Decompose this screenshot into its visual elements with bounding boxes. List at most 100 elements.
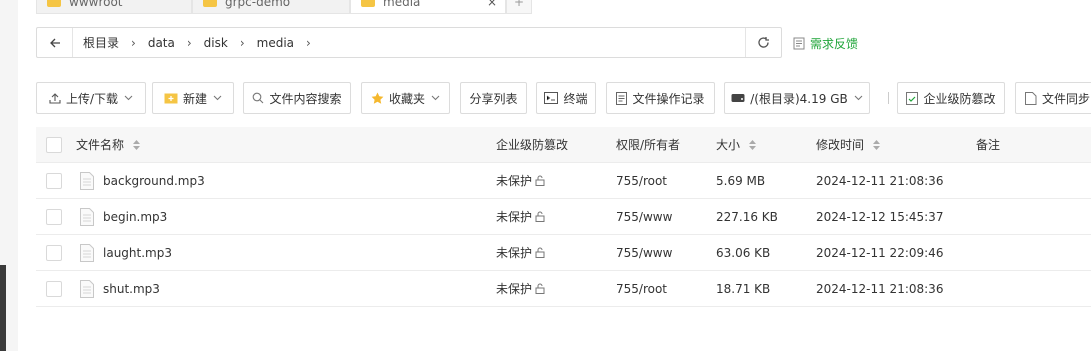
chevron-down-icon xyxy=(124,95,133,101)
permission-cell[interactable]: 755/www xyxy=(616,210,672,224)
breadcrumb-disk[interactable]: disk xyxy=(202,36,230,50)
search-icon xyxy=(253,92,264,104)
file-name[interactable]: laught.mp3 xyxy=(103,246,172,260)
favorites-label: 收藏夹 xyxy=(388,91,425,106)
operation-log-label: 文件操作记录 xyxy=(632,91,705,106)
header-size[interactable]: 大小 xyxy=(716,136,757,153)
file-sync-button[interactable]: 文件同步 xyxy=(1015,82,1091,114)
unlock-icon xyxy=(535,247,545,258)
left-edge xyxy=(0,0,18,351)
file-name-cell[interactable]: background.mp3 xyxy=(80,171,205,190)
favorites-button[interactable]: 收藏夹 xyxy=(361,82,450,114)
header-size-label: 大小 xyxy=(716,138,741,152)
tab-wwwroot[interactable]: wwwroot xyxy=(36,0,192,14)
chevron-right-icon[interactable]: › xyxy=(296,36,321,50)
content-search-button[interactable]: 文件内容搜索 xyxy=(243,82,351,114)
tab-grpc-demo[interactable]: grpc-demo xyxy=(192,0,350,14)
permission-cell[interactable]: 755/root xyxy=(616,174,667,188)
file-name[interactable]: background.mp3 xyxy=(103,174,205,188)
row-checkbox[interactable] xyxy=(46,244,62,261)
tamper-protection-label: 企业级防篡改 xyxy=(923,91,996,106)
header-name[interactable]: 文件名称 xyxy=(76,136,141,153)
header-protection: 企业级防篡改 xyxy=(496,138,569,152)
header-name-label: 文件名称 xyxy=(76,138,125,152)
star-icon xyxy=(371,92,384,104)
back-button[interactable] xyxy=(37,28,73,57)
file-table: 文件名称 企业级防篡改 权限/所有者 大小 修改时间 备注 background… xyxy=(36,127,1091,307)
folder-icon xyxy=(361,0,375,7)
table-row[interactable]: background.mp3 未保护 755/root 5.69 MB 2024… xyxy=(36,163,1091,199)
protection-cell[interactable]: 未保护 xyxy=(496,208,545,225)
new-label: 新建 xyxy=(182,91,207,106)
operation-log-button[interactable]: 文件操作记录 xyxy=(606,82,715,114)
mtime-cell: 2024-12-12 15:45:37 xyxy=(816,209,944,224)
terminal-button[interactable]: 终端 xyxy=(536,82,596,114)
left-edge-dark xyxy=(0,265,6,351)
table-row[interactable]: begin.mp3 未保护 755/www 227.16 KB 2024-12-… xyxy=(36,199,1091,235)
share-list-label: 分享列表 xyxy=(469,91,518,106)
file-icon xyxy=(80,243,94,262)
close-icon[interactable]: × xyxy=(487,0,497,9)
folder-icon xyxy=(47,0,61,7)
breadcrumb-media[interactable]: media xyxy=(255,36,296,50)
share-list-button[interactable]: 分享列表 xyxy=(460,82,527,114)
new-folder-icon xyxy=(164,93,178,104)
new-button[interactable]: 新建 xyxy=(152,82,234,114)
permission-cell[interactable]: 755/root xyxy=(616,282,667,296)
select-all-checkbox[interactable] xyxy=(46,136,62,153)
feedback-icon xyxy=(793,37,805,50)
row-checkbox[interactable] xyxy=(46,280,62,297)
mtime-cell: 2024-12-11 22:09:46 xyxy=(816,245,944,260)
content-search-label: 文件内容搜索 xyxy=(269,91,342,106)
table-row[interactable]: laught.mp3 未保护 755/www 63.06 KB 2024-12-… xyxy=(36,235,1091,271)
header-mtime-label: 修改时间 xyxy=(816,138,865,152)
log-icon xyxy=(616,91,628,105)
breadcrumb: 根目录 › data › disk › media › xyxy=(73,34,321,51)
tab-label: wwwroot xyxy=(69,0,123,9)
refresh-icon xyxy=(758,37,769,48)
breadcrumb-root[interactable]: 根目录 xyxy=(81,34,121,51)
toolbar-divider xyxy=(888,92,889,104)
file-name-cell[interactable]: shut.mp3 xyxy=(80,279,160,298)
file-name-cell[interactable]: laught.mp3 xyxy=(80,243,172,262)
tab-media[interactable]: media × xyxy=(350,0,506,14)
mtime-cell: 2024-12-11 21:08:36 xyxy=(816,281,944,296)
row-checkbox[interactable] xyxy=(46,208,62,225)
breadcrumb-data[interactable]: data xyxy=(146,36,177,50)
protection-cell[interactable]: 未保护 xyxy=(496,172,545,189)
permission-cell[interactable]: 755/www xyxy=(616,246,672,260)
path-bar: 根目录 › data › disk › media › xyxy=(36,27,782,58)
size-cell: 5.69 MB xyxy=(716,173,766,188)
size-cell: 63.06 KB xyxy=(716,245,771,260)
chevron-right-icon: › xyxy=(131,35,136,50)
table-header: 文件名称 企业级防篡改 权限/所有者 大小 修改时间 备注 xyxy=(36,127,1091,163)
chevron-right-icon: › xyxy=(239,35,245,50)
protection-cell[interactable]: 未保护 xyxy=(496,280,545,297)
protection-status: 未保护 xyxy=(496,282,533,296)
table-row[interactable]: shut.mp3 未保护 755/root 18.71 KB 2024-12-1… xyxy=(36,271,1091,307)
unlock-icon xyxy=(535,211,545,222)
chevron-down-icon xyxy=(213,95,222,101)
row-checkbox[interactable] xyxy=(46,172,62,189)
unlock-icon xyxy=(535,283,545,294)
file-sync-label: 文件同步 xyxy=(1042,91,1091,106)
header-mtime[interactable]: 修改时间 xyxy=(816,136,881,153)
file-name[interactable]: begin.mp3 xyxy=(103,210,167,224)
terminal-label: 终端 xyxy=(563,91,588,106)
tamper-protection-button[interactable]: 企业级防篡改 xyxy=(897,82,1005,114)
file-name[interactable]: shut.mp3 xyxy=(103,282,160,296)
feedback-label: 需求反馈 xyxy=(810,37,859,51)
new-tab-button[interactable]: + xyxy=(506,0,532,14)
header-note: 备注 xyxy=(976,138,1001,152)
upload-icon xyxy=(49,93,61,104)
refresh-button[interactable] xyxy=(745,28,781,57)
disk-select-button[interactable]: /(根目录)4.19 GB xyxy=(724,82,870,114)
feedback-link[interactable]: 需求反馈 xyxy=(793,35,858,52)
file-name-cell[interactable]: begin.mp3 xyxy=(80,207,167,226)
tab-label: media xyxy=(383,0,421,9)
disk-label: /(根目录)4.19 GB xyxy=(750,91,848,106)
protection-status: 未保护 xyxy=(496,246,533,260)
upload-download-button[interactable]: 上传/下载 xyxy=(36,82,146,114)
protection-cell[interactable]: 未保护 xyxy=(496,244,545,261)
arrow-left-icon xyxy=(49,38,60,47)
